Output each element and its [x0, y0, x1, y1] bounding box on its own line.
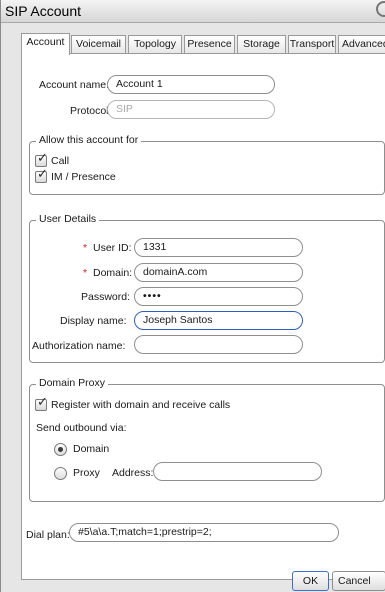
address-label: Address: [112, 467, 154, 479]
user-id-required-marker: * [83, 242, 88, 254]
close-icon[interactable] [376, 1, 385, 17]
proxy-radio[interactable] [54, 467, 67, 480]
title-bar: SIP Account [1, 0, 385, 23]
tab-strip: Account Voicemail Topology Presence Stor… [21, 33, 385, 55]
dial-plan-label: Dial plan: [26, 529, 70, 541]
tab-topology[interactable]: Topology [128, 35, 182, 53]
account-tab-panel: Account name: Account 1 Protocol: SIP Al… [21, 53, 385, 580]
authorization-name-label: Authorization name: [32, 340, 126, 352]
domain-radio-label: Domain [73, 443, 110, 455]
send-outbound-label: Send outbound via: [36, 422, 127, 434]
domain-required-marker: * [83, 267, 88, 279]
password-input[interactable]: •••• [134, 287, 303, 306]
domain-proxy-legend: Domain Proxy [36, 377, 108, 389]
checkmark-icon: ✓ [37, 395, 48, 410]
account-name-label: Account name: [39, 79, 110, 91]
window-title: SIP Account [5, 3, 82, 19]
register-with-domain-label: Register with domain and receive calls [51, 399, 231, 411]
radio-selected-dot [58, 447, 63, 452]
checkmark-icon: ✓ [37, 167, 48, 182]
password-label: Password: [81, 291, 131, 303]
im-presence-label: IM / Presence [51, 171, 116, 183]
tab-voicemail[interactable]: Voicemail [71, 35, 126, 53]
proxy-radio-label: Proxy [73, 467, 100, 479]
ok-button[interactable]: OK [292, 571, 329, 591]
dial-plan-input[interactable]: #5\a\a.T;match=1;prestrip=2; [69, 523, 339, 542]
tab-account[interactable]: Account [21, 33, 70, 55]
cancel-button[interactable]: Cancel [332, 571, 385, 591]
allow-account-group: Allow this account for ✓ Call ✓ IM / Pre… [29, 134, 385, 195]
display-name-input[interactable]: Joseph Santos [134, 311, 303, 330]
sip-account-window: SIP Account Account Voicemail Topology P… [0, 0, 385, 592]
register-with-domain-checkbox[interactable]: ✓ [35, 395, 48, 411]
domain-label: Domain: [93, 267, 133, 279]
protocol-label: Protocol: [70, 105, 112, 117]
user-id-label: User ID: [93, 242, 132, 254]
call-label: Call [51, 155, 70, 167]
user-details-group: User Details * User ID: 1331 * Domain: d… [29, 213, 385, 363]
call-checkbox[interactable]: ✓ [35, 151, 48, 167]
domain-radio[interactable] [54, 443, 67, 456]
domain-proxy-group: Domain Proxy ✓ Register with domain and … [29, 377, 385, 502]
allow-account-legend: Allow this account for [36, 134, 142, 146]
account-name-input[interactable]: Account 1 [107, 75, 275, 94]
tab-transport[interactable]: Transport [288, 35, 336, 53]
user-id-input[interactable]: 1331 [134, 238, 303, 257]
checkmark-icon: ✓ [37, 151, 48, 166]
display-name-label: Display name: [60, 315, 127, 327]
tab-presence[interactable]: Presence [184, 35, 235, 53]
domain-input[interactable]: domainA.com [134, 263, 303, 282]
proxy-address-input[interactable] [153, 462, 322, 481]
tab-advanced[interactable]: Advanced [338, 35, 385, 53]
user-details-legend: User Details [36, 213, 100, 225]
im-presence-checkbox[interactable]: ✓ [35, 167, 48, 183]
authorization-name-input[interactable] [134, 335, 303, 354]
protocol-input: SIP [107, 100, 275, 119]
tab-storage[interactable]: Storage [237, 35, 286, 53]
